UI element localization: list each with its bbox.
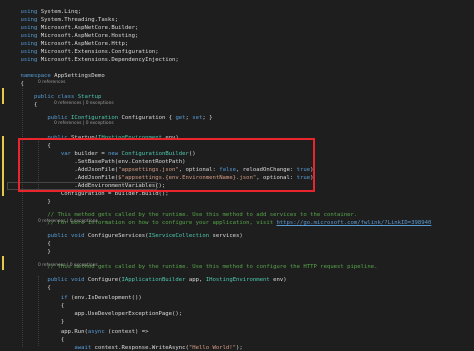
change-marker [2,88,4,104]
code-line[interactable]: // This method gets called by the runtim… [7,203,357,218]
code-token: async [87,329,105,335]
code-line[interactable]: app.Run(async (context) => [7,320,149,335]
code-token: void [67,233,85,239]
code-line[interactable]: using Microsoft.AspNetCore.Hosting; [7,24,138,39]
code-token: Startup [74,94,102,100]
code-token: ConfigureServices( [84,233,149,239]
code-token: ); [236,345,243,351]
code-line[interactable]: public Startup(IHostingEnvironment env) [7,126,178,141]
code-token: Microsoft.Extensions.DependencyInjection… [37,57,179,63]
code-token: context.Response.WriteAsync( [91,345,189,351]
code-line[interactable]: { [7,328,64,343]
code-token: ; } [202,115,213,121]
code-token: Configuration { [118,115,176,121]
code-line[interactable]: app.UseDeveloperExceptionPage(); [7,302,182,317]
code-token: app, [185,277,206,283]
code-line[interactable]: namespace AppSettingsDemo [7,64,104,79]
code-line[interactable]: { [7,294,64,309]
help-link[interactable]: https://go.microsoft.com/fwlink/?LinkID=… [276,220,431,226]
code-line[interactable]: { [7,72,23,87]
code-token: void [67,277,85,283]
code-token: IServiceCollection [148,233,210,239]
code-line[interactable]: if (env.IsDevelopment()) [7,286,142,301]
code-token: IApplicationBuilder [121,277,186,283]
code-line[interactable]: { [7,276,50,291]
code-line[interactable]: using Microsoft.Extensions.DependencyInj… [7,48,178,63]
code-token: using [20,57,38,63]
code-line[interactable]: using Microsoft.AspNetCore.Http; [7,32,128,47]
code-line[interactable]: // For more information on how to config… [7,211,431,226]
code-token: AppSettingsDemo [50,73,105,79]
code-token: (env.IsDevelopment()) [67,295,142,301]
code-line[interactable]: public void Configure(IApplicationBuilde… [7,268,286,283]
code-line[interactable]: public class Startup [7,85,101,100]
code-line[interactable]: } [7,240,50,255]
code-line[interactable]: using Microsoft.AspNetCore.Builder; [7,16,138,31]
code-token: Configure( [84,277,122,283]
code-token: get [175,115,186,121]
code-editor[interactable]: using System.Linq; using System.Threadin… [0,0,474,351]
code-line[interactable]: await context.Response.WriteAsync("Hello… [7,336,242,351]
code-line[interactable]: }); [7,344,71,351]
code-token: namespace [20,73,51,79]
red-highlight-box [18,138,315,192]
code-token: "Hello World!" [188,345,237,351]
code-line[interactable]: { [7,93,37,108]
code-line[interactable]: using Microsoft.Extensions.Configuration… [7,40,158,55]
code-line[interactable]: public IConfiguration Configuration { ge… [7,106,212,121]
change-marker [2,256,4,270]
code-line[interactable]: // This method gets called by the runtim… [7,255,377,270]
code-token: IHostingEnvironment [205,277,270,283]
gutter [0,0,6,351]
code-line[interactable]: } [7,310,64,325]
code-line[interactable]: using System.Threading.Tasks; [7,8,118,23]
code-token: class [54,94,75,100]
code-line[interactable]: using System.Linq; [7,0,81,15]
change-marker [2,136,4,196]
code-token: env) [269,277,287,283]
code-token: services) [209,233,243,239]
code-line[interactable]: { [7,232,50,247]
code-token: set [192,115,203,121]
code-line[interactable]: public void ConfigureServices(IServiceCo… [7,224,242,239]
code-token: (context) => [104,329,149,335]
